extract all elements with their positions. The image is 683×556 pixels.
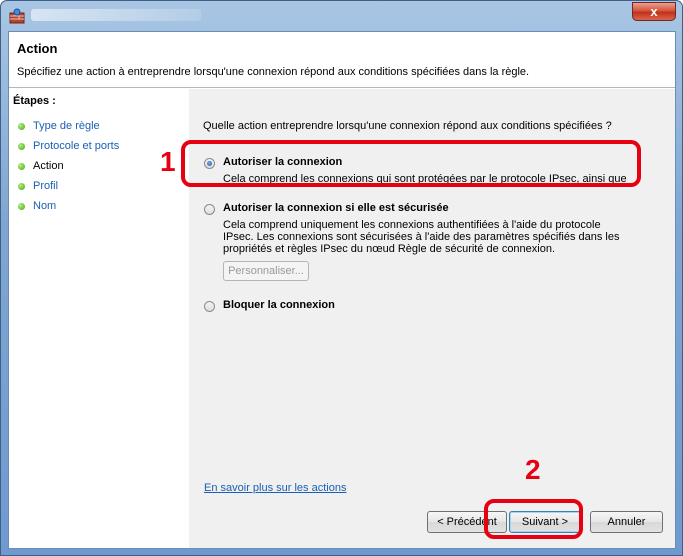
callout-step-2: 2 xyxy=(525,454,541,485)
step-profile[interactable]: Profil xyxy=(18,179,58,193)
step-label: Action xyxy=(33,160,64,172)
action-question: Quelle action entreprendre lorsqu'une co… xyxy=(203,120,612,132)
step-bullet-icon xyxy=(18,142,25,150)
block-connection-radio[interactable] xyxy=(204,301,215,312)
wizard-header: Action Spécifiez une action à entreprend… xyxy=(9,32,675,88)
step-bullet-icon xyxy=(18,162,25,170)
steps-title: Étapes : xyxy=(13,95,56,107)
learn-more-link[interactable]: En savoir plus sur les actions xyxy=(204,482,346,494)
allow-if-secure-radio[interactable] xyxy=(204,204,215,215)
step-label: Nom xyxy=(33,200,57,212)
page-title: Action xyxy=(17,41,58,56)
step-rule-type[interactable]: Type de règle xyxy=(18,119,100,133)
step-protocol-ports[interactable]: Protocole et ports xyxy=(18,139,119,153)
close-button[interactable]: x xyxy=(632,2,676,21)
block-connection-label[interactable]: Bloquer la connexion xyxy=(223,299,335,311)
highlight-allow-connection xyxy=(181,140,641,187)
close-icon: x xyxy=(650,4,658,19)
customize-button[interactable]: Personnaliser... xyxy=(223,261,309,281)
step-label: Type de règle xyxy=(33,120,100,132)
allow-if-secure-label[interactable]: Autoriser la connexion si elle est sécur… xyxy=(223,202,449,214)
callout-step-1: 1 xyxy=(160,146,176,177)
step-bullet-icon xyxy=(18,182,25,190)
step-label: Protocole et ports xyxy=(33,140,120,152)
highlight-next-button xyxy=(484,499,583,539)
window-title-obscured xyxy=(31,9,201,21)
title-bar[interactable]: x xyxy=(1,1,682,31)
step-name[interactable]: Nom xyxy=(18,199,56,213)
step-action: Action xyxy=(18,159,64,173)
dialog-client-area: Action Spécifiez une action à entreprend… xyxy=(8,31,676,549)
cancel-button[interactable]: Annuler xyxy=(590,511,663,533)
allow-if-secure-description: Cela comprend uniquement les connexions … xyxy=(223,219,620,255)
step-bullet-icon xyxy=(18,202,25,210)
dialog-window: x Action Spécifiez une action à entrepre… xyxy=(0,0,683,556)
page-subtitle: Spécifiez une action à entreprendre lors… xyxy=(17,66,530,78)
step-label: Profil xyxy=(33,180,59,192)
firewall-icon xyxy=(9,8,25,24)
step-bullet-icon xyxy=(18,122,25,130)
